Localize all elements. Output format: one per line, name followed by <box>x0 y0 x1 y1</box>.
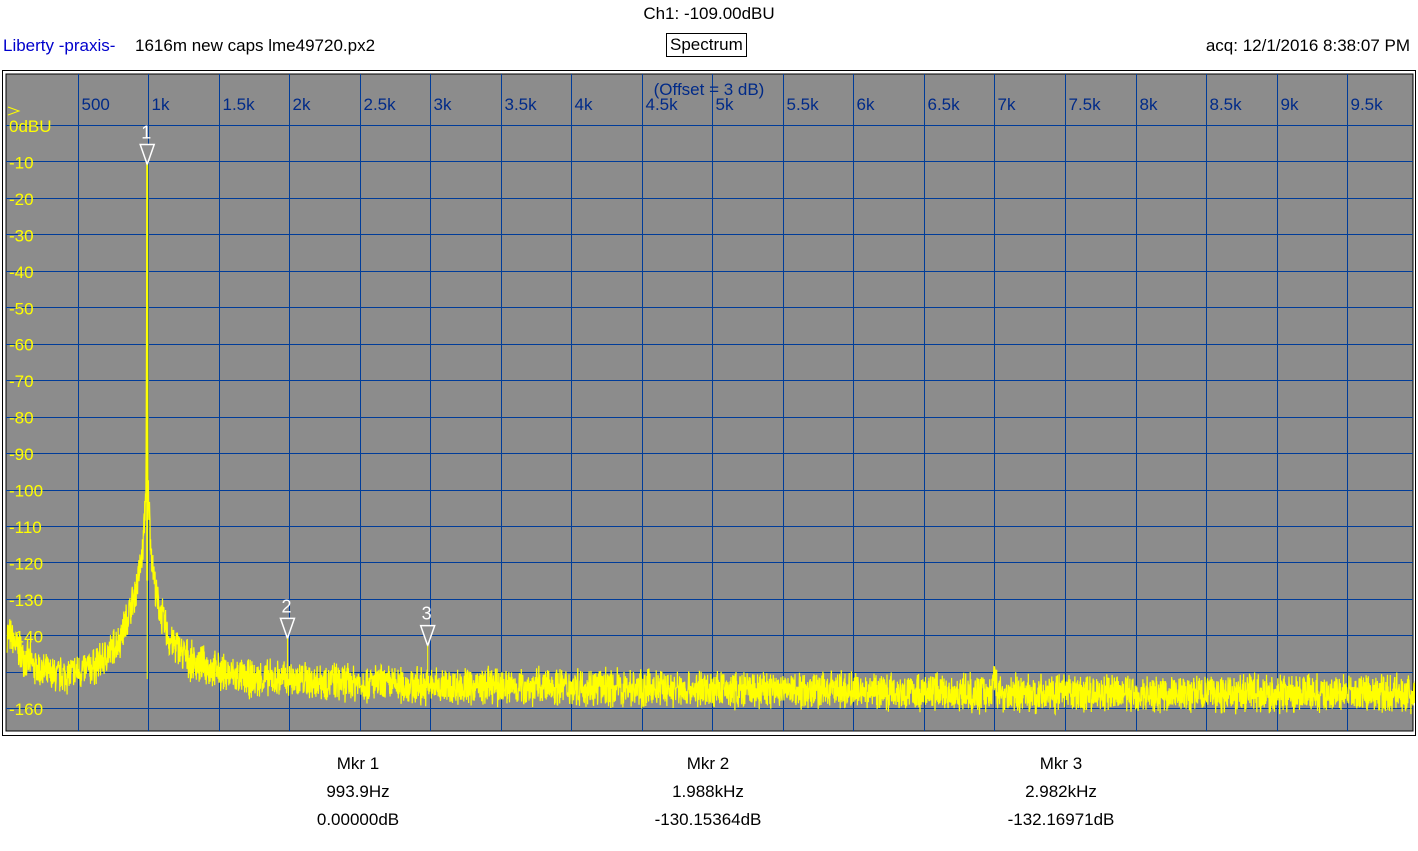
marker-label: 2 <box>281 596 291 616</box>
x-tick-label: 7k <box>998 95 1016 114</box>
x-tick-label: 2k <box>293 95 311 114</box>
x-tick-label: 1.5k <box>223 95 256 114</box>
y-tick-label: -20 <box>9 190 34 209</box>
x-tick-label: 4k <box>575 95 593 114</box>
x-tick-label: 6.5k <box>928 95 961 114</box>
marker-3-level: -132.16971dB <box>1007 810 1115 829</box>
offset-label: (Offset = 3 dB) <box>654 80 765 99</box>
mode-button[interactable]: Spectrum <box>666 33 747 57</box>
x-tick-label: 3.5k <box>505 95 538 114</box>
acquisition-timestamp: acq: 12/1/2016 8:38:07 PM <box>1205 36 1410 55</box>
y-tick-label: -60 <box>9 336 34 355</box>
x-tick-label: 9k <box>1281 95 1299 114</box>
y-tick-label: -90 <box>9 445 34 464</box>
y-tick-label: -120 <box>9 554 43 573</box>
y-tick-label: -40 <box>9 263 34 282</box>
file-name: 1616m new caps lme49720.px2 <box>135 36 376 55</box>
spectrum-plot-frame: 500 1k 1.5k 2k 2.5k 3k 3.5k 4k 4.5k 5k 5.5k 6k 6.5k 7… <box>2 70 1416 736</box>
y-tick-label: -130 <box>9 591 43 610</box>
y-tick-label: -110 <box>9 518 42 537</box>
y-tick-label: -50 <box>9 299 34 318</box>
y-tick-label: -160 <box>9 700 43 719</box>
marker-label: 1 <box>141 123 151 143</box>
x-tick-label: 7.5k <box>1069 95 1102 114</box>
marker-2-level: -130.15364dB <box>654 810 762 829</box>
x-tick-label: 5.5k <box>787 95 820 114</box>
x-tick-label: 6k <box>857 95 875 114</box>
x-tick-label: 2.5k <box>364 95 397 114</box>
marker-3-frequency: 2.982kHz <box>1025 782 1097 801</box>
x-tick-label: 1k <box>152 95 170 114</box>
x-tick-label: 9.5k <box>1351 95 1384 114</box>
marker-1-frequency: 993.9Hz <box>326 782 390 801</box>
marker-3-readout: Mkr 3 2.982kHz -132.16971dB <box>961 750 1161 834</box>
x-tick-label: 8.5k <box>1210 95 1243 114</box>
y-tick-label: -100 <box>9 482 43 501</box>
marker-3-name: Mkr 3 <box>1039 754 1083 773</box>
app-name: Liberty -praxis- <box>3 36 116 55</box>
channel-readout: Ch1: -109.00dBU <box>643 4 775 23</box>
y-tick-label: -30 <box>9 226 34 245</box>
marker-1-readout: Mkr 1 993.9Hz 0.00000dB <box>258 750 458 834</box>
marker-1-level: 0.00000dB <box>316 810 400 829</box>
plot-area <box>5 73 1414 732</box>
marker-2-name: Mkr 2 <box>686 754 730 773</box>
x-tick-label: 3k <box>434 95 452 114</box>
spectrum-chart[interactable]: 500 1k 1.5k 2k 2.5k 3k 3.5k 4k 4.5k 5k 5.5k 6k 6.5k 7… <box>3 71 1415 735</box>
y-tick-label: -10 <box>9 153 34 172</box>
marker-1-name: Mkr 1 <box>336 754 380 773</box>
marker-2-frequency: 1.988kHz <box>672 782 744 801</box>
y-tick-label: -80 <box>9 409 34 428</box>
marker-2-readout: Mkr 2 1.988kHz -130.15364dB <box>608 750 808 834</box>
x-tick-label: 8k <box>1140 95 1158 114</box>
y-tick-label: -70 <box>9 372 34 391</box>
y-tick-label: 0dBU <box>9 117 52 136</box>
x-tick-label: 500 <box>82 95 110 114</box>
marker-label: 3 <box>422 604 432 624</box>
